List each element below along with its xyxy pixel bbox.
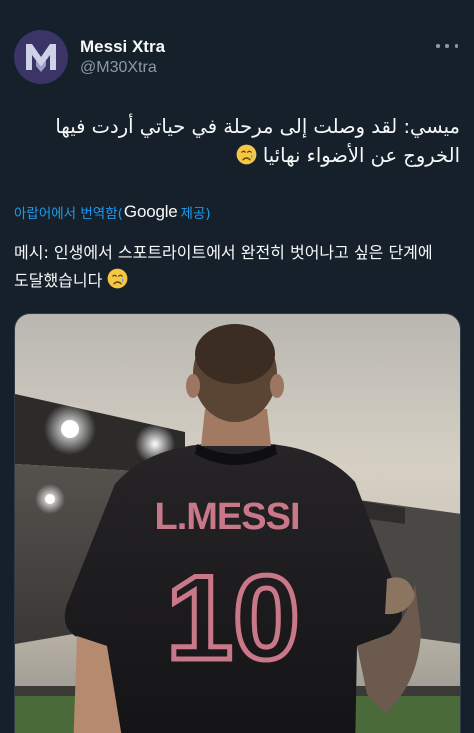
display-name[interactable]: Messi Xtra (80, 37, 165, 57)
translation-prefix: 아랍어에서 번역함( (14, 206, 123, 222)
translated-line-2: 도달했습니다 (14, 271, 103, 290)
tweet: Messi Xtra @M30Xtra ميسي: لقد وصلت إلى م… (0, 0, 474, 733)
jersey-name-text: L.MESSI (154, 496, 299, 538)
user-handle[interactable]: @M30Xtra (80, 59, 157, 77)
translation-suffix: 제공) (180, 206, 211, 222)
translated-text: 메시: 인생에서 스포트라이트에서 완전히 벗어나고 싶은 단계에 도달했습니다 (14, 239, 464, 295)
avatar[interactable] (14, 30, 68, 84)
tweet-text: ميسي: لقد وصلت إلى مرحلة في حياتي أردت ف… (14, 112, 460, 170)
tweet-image[interactable]: L.MESSI 10 (14, 313, 461, 733)
crying-face-icon (236, 144, 257, 165)
tweet-text-line-1: ميسي: لقد وصلت إلى مرحلة في حياتي أردت ف… (55, 115, 460, 138)
jersey-number-text: 10 (166, 551, 299, 685)
more-options-icon[interactable] (436, 36, 458, 56)
messi-back-photo: L.MESSI 10 (15, 314, 460, 733)
translated-line-1: 메시: 인생에서 스포트라이트에서 완전히 벗어나고 싶은 단계에 (14, 243, 433, 262)
google-wordmark: Google (123, 202, 178, 221)
translation-attribution-link[interactable]: 아랍어에서 번역함(Google 제공) (14, 202, 211, 222)
tweet-text-line-2: الخروج عن الأضواء نهائيا (262, 144, 460, 167)
crying-face-icon-2 (108, 268, 128, 289)
account-logo-icon (26, 44, 56, 72)
